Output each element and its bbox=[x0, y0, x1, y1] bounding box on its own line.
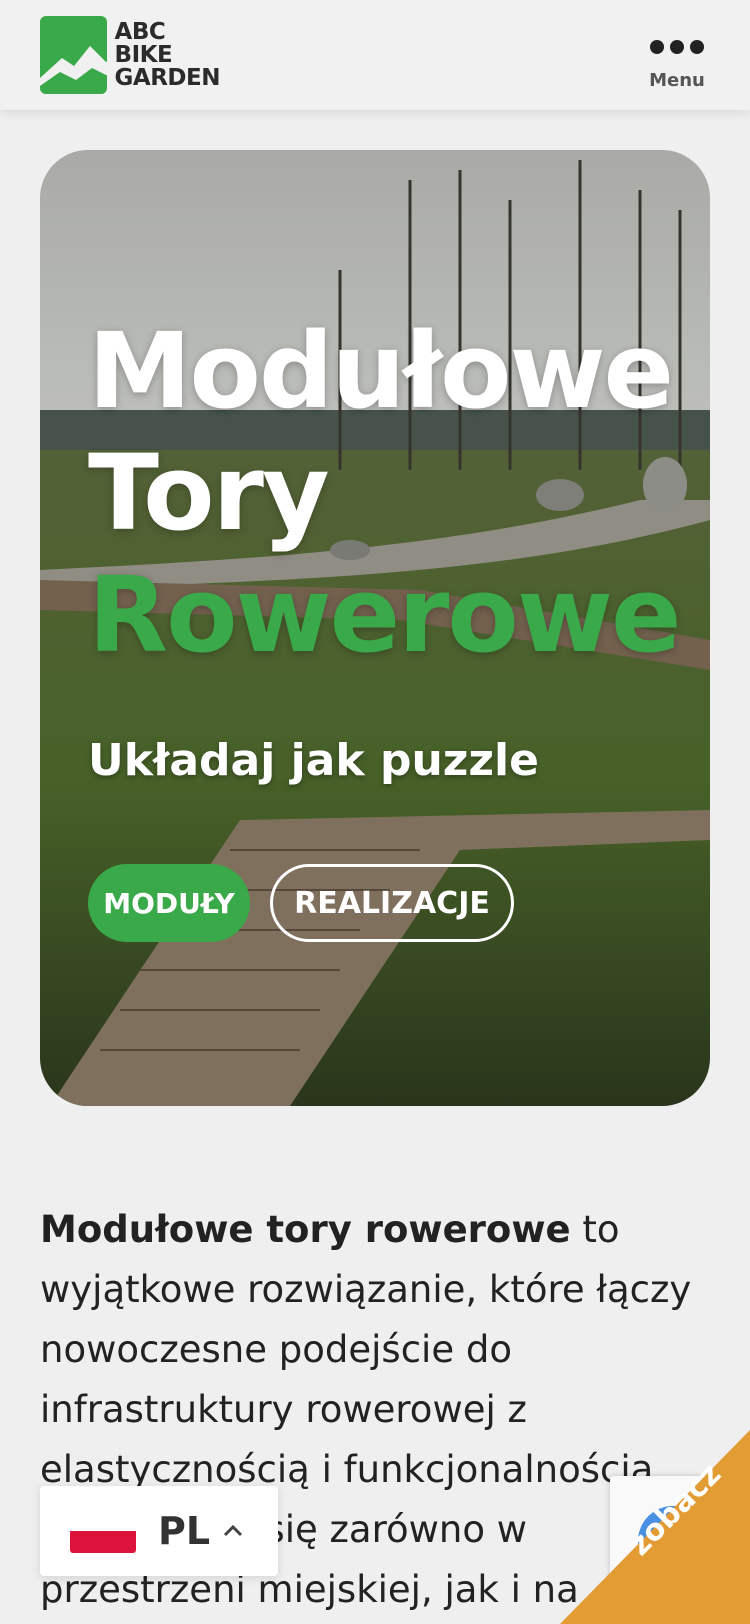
intro-bold: Modułowe tory rowerowe bbox=[40, 1208, 571, 1251]
language-code: PL bbox=[158, 1509, 211, 1553]
poland-flag-icon bbox=[70, 1509, 136, 1553]
hero-title: Modułowe Tory Rowerowe bbox=[88, 310, 681, 676]
menu-button[interactable]: Menu bbox=[642, 40, 712, 91]
chevron-up-icon bbox=[224, 1524, 243, 1537]
logo-text: ABC BIKE GARDEN bbox=[114, 18, 221, 91]
hero-subtitle: Układaj jak puzzle bbox=[88, 735, 539, 786]
more-dots-icon bbox=[642, 40, 712, 54]
logo-line-3: GARDEN bbox=[114, 64, 221, 91]
site-header: ABC BIKE GARDEN Menu bbox=[0, 0, 750, 110]
corner-ribbon[interactable]: zobacz bbox=[560, 1430, 750, 1624]
hero-title-line-1: Modułowe bbox=[88, 310, 674, 432]
menu-label: Menu bbox=[649, 70, 705, 91]
realizations-button[interactable]: REALIZACJE bbox=[270, 864, 514, 942]
language-switcher[interactable]: PL bbox=[40, 1486, 278, 1576]
logo-mountain-icon bbox=[40, 16, 107, 94]
hero-banner: Modułowe Tory Rowerowe Układaj jak puzzl… bbox=[40, 150, 710, 1106]
hero-title-line-2: Tory bbox=[88, 432, 330, 554]
hero-title-line-3: Rowerowe bbox=[88, 554, 681, 676]
logo-line-2: BIKE bbox=[114, 41, 173, 68]
logo-line-1: ABC bbox=[114, 18, 166, 45]
modules-button[interactable]: MODUŁY bbox=[88, 864, 250, 942]
logo[interactable]: ABC BIKE GARDEN bbox=[40, 16, 221, 94]
